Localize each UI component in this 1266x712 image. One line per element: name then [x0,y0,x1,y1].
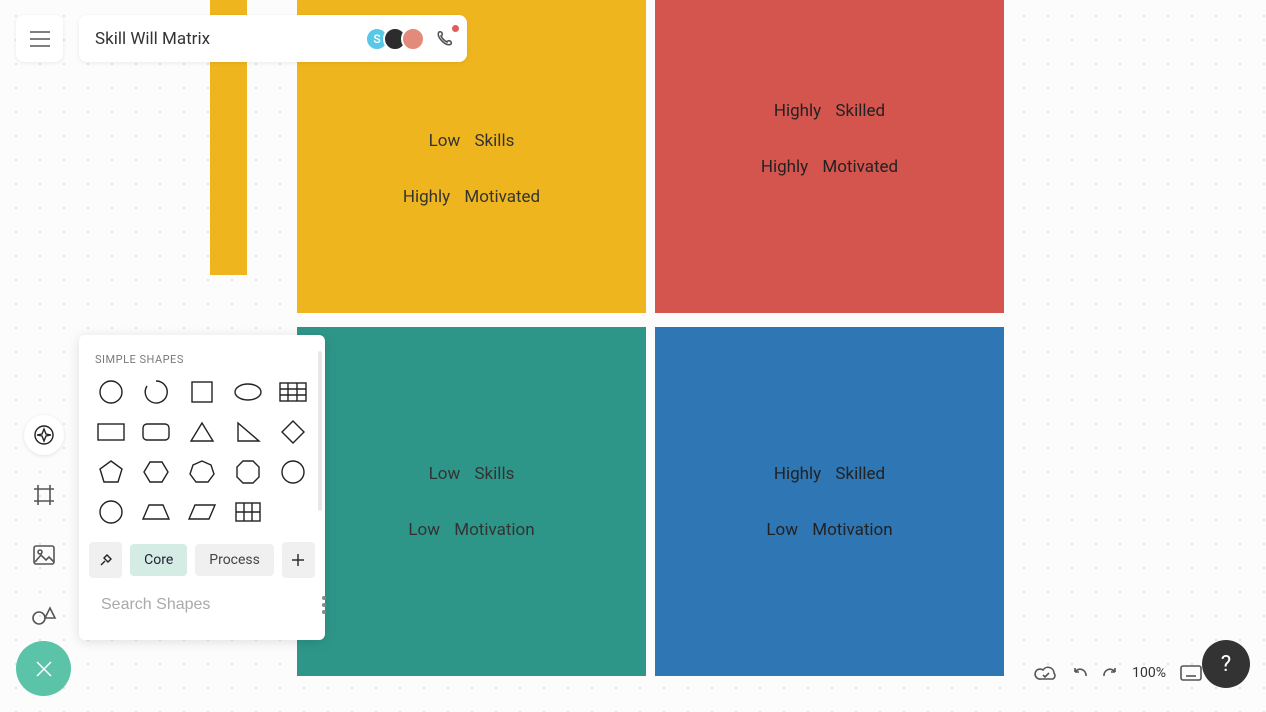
pin-panel-button[interactable] [89,542,122,578]
keyboard-shortcuts-button[interactable] [1180,665,1202,681]
shapes-panel: SIMPLE SHAPES Core Process [79,335,325,640]
avatar[interactable] [401,27,425,51]
tool-shapes[interactable] [24,595,64,635]
keyboard-icon [1180,665,1202,681]
hamburger-icon [29,30,51,48]
phone-icon [435,29,455,49]
quadrant-bottom-left[interactable]: Low Skills Low Motivation [297,327,646,676]
close-icon [34,659,54,679]
shape-pentagon[interactable] [94,458,128,486]
panel-scrollbar[interactable] [318,351,322,511]
shape-rectangle[interactable] [94,418,128,446]
shape-right-triangle[interactable] [231,418,265,446]
quadrant-bottom-right[interactable]: Highly Skilled Low Motivation [655,327,1004,676]
call-button[interactable] [433,27,457,51]
shape-diamond[interactable] [276,418,310,446]
collaborator-avatars[interactable]: S [371,27,425,51]
frame-icon [32,483,56,507]
shape-decagon[interactable] [276,458,310,486]
tab-process[interactable]: Process [195,544,274,576]
shape-grid[interactable] [231,498,265,526]
shape-heptagon[interactable] [185,458,219,486]
redo-button[interactable] [1102,666,1118,680]
quadrant-text: Low Motivation [408,520,534,540]
undo-button[interactable] [1072,666,1088,680]
quadrant-text: Low Skills [429,464,515,484]
tool-templates[interactable] [24,415,64,455]
question-icon: ? [1221,652,1231,677]
add-shape-library-button[interactable] [282,542,315,578]
document-title[interactable]: Skill Will Matrix [95,29,210,49]
shape-ellipse[interactable] [231,378,265,406]
tool-frame[interactable] [24,475,64,515]
quadrant-text: Highly Skilled [774,464,885,484]
status-bar: 100% [1034,664,1202,682]
shape-table[interactable] [276,378,310,406]
quadrant-text: Highly Motivated [403,187,540,207]
shape-parallelogram[interactable] [185,498,219,526]
image-icon [32,544,56,566]
tab-core[interactable]: Core [130,544,187,576]
main-menu-button[interactable] [16,15,63,62]
shape-triangle[interactable] [185,418,219,446]
shape-circle[interactable] [94,378,128,406]
help-button[interactable]: ? [1202,640,1250,688]
tool-image[interactable] [24,535,64,575]
shape-empty [276,498,310,526]
quadrant-text: Highly Motivated [761,157,898,177]
shape-square[interactable] [185,378,219,406]
sync-status-button[interactable] [1034,664,1058,682]
shape-search-input[interactable] [101,596,308,614]
shape-octagon[interactable] [231,458,265,486]
cloud-check-icon [1034,664,1058,682]
panel-more-button[interactable] [318,592,330,618]
star-sparkle-icon [33,424,55,446]
panel-section-title: SIMPLE SHAPES [79,335,325,374]
notification-dot-icon [452,25,459,32]
plus-icon [291,553,305,567]
shape-rounded-rect[interactable] [139,418,173,446]
shape-hexagon[interactable] [139,458,173,486]
shape-trapezoid[interactable] [139,498,173,526]
quadrant-text: Low Motivation [766,520,892,540]
quadrant-text: Low Skills [429,131,515,151]
quadrant-top-right[interactable]: Highly Skilled Highly Motivated [655,0,1004,313]
redo-icon [1102,666,1118,680]
zoom-level[interactable]: 100% [1132,665,1166,681]
document-title-bar: Skill Will Matrix S [79,15,467,62]
shape-arc[interactable] [139,378,173,406]
shape-ellipse-small[interactable] [94,498,128,526]
pin-icon [98,552,114,568]
quadrant-text: Highly Skilled [774,101,885,121]
undo-icon [1072,666,1088,680]
close-panel-button[interactable] [16,641,71,696]
shapes-icon [31,604,57,626]
